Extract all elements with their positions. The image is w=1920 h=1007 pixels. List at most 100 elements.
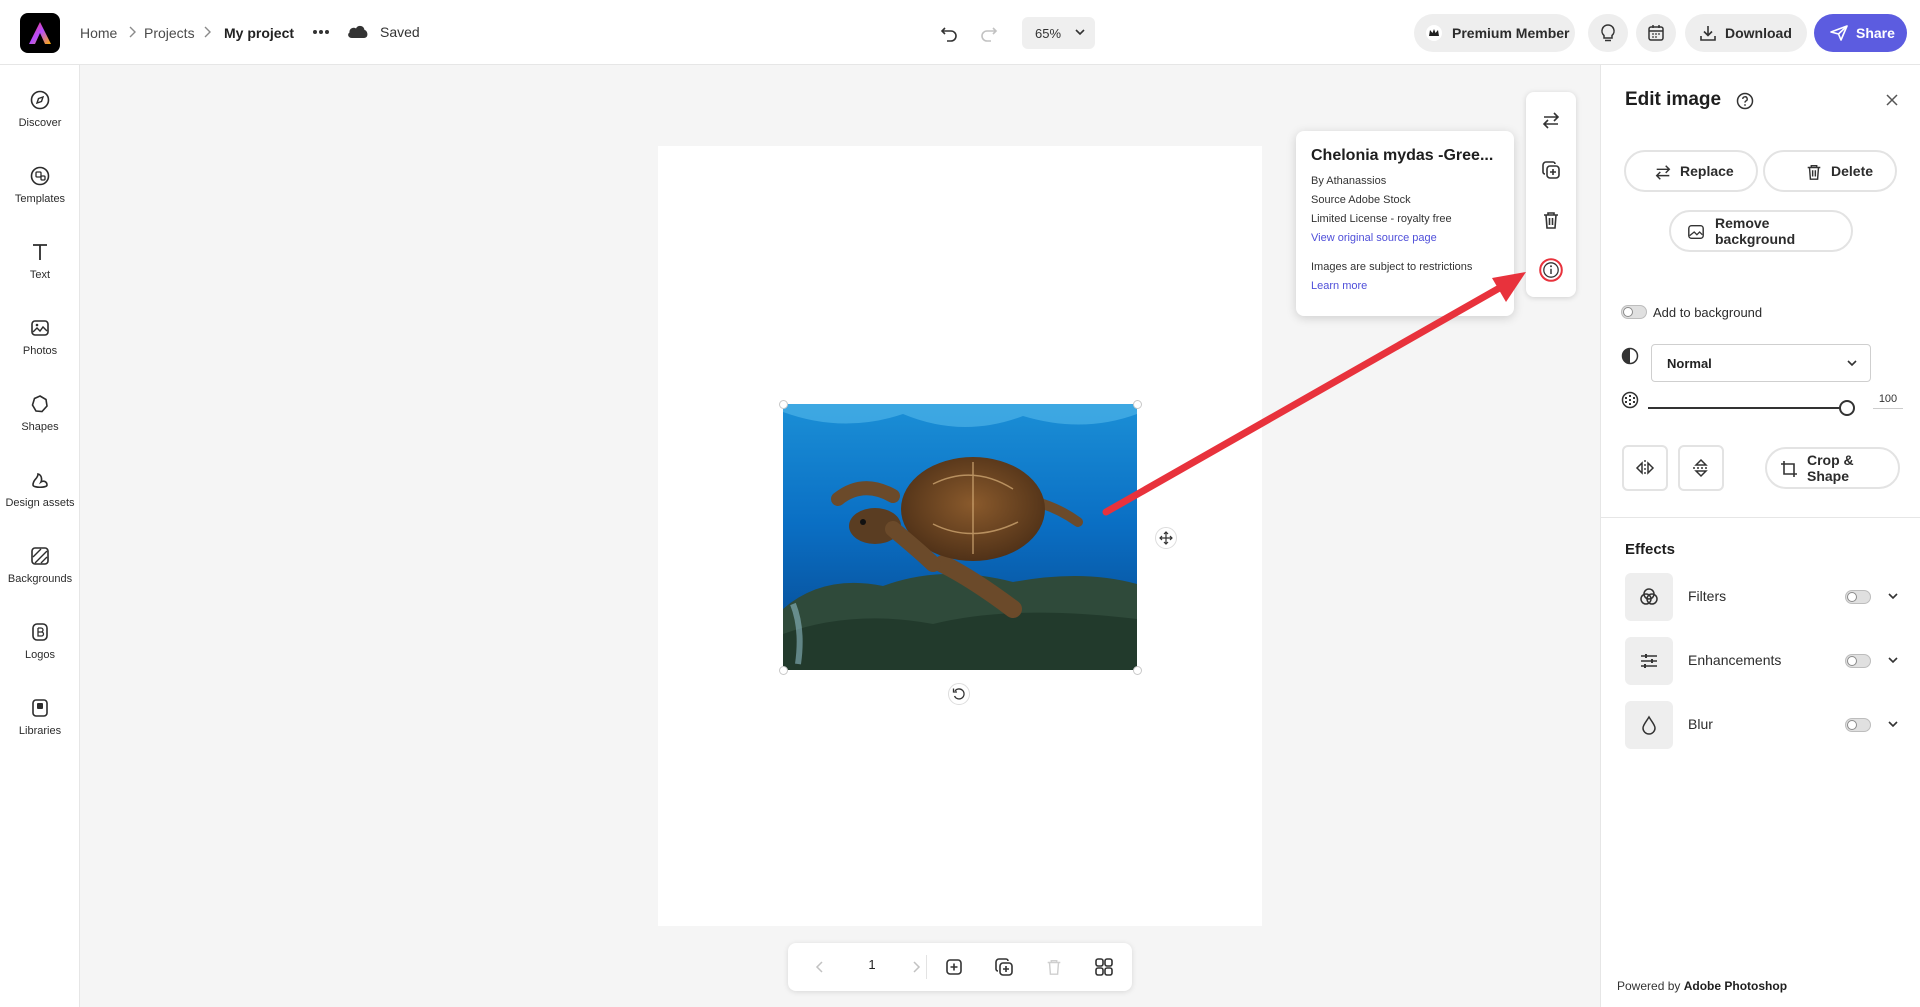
breadcrumb-projects[interactable]: Projects [144, 0, 195, 65]
opacity-value[interactable]: 100 [1873, 393, 1903, 409]
page-navigation-bar: 1 [788, 943, 1132, 991]
swap-icon [1654, 163, 1672, 181]
breadcrumb-separator-icon [127, 25, 137, 39]
divider [926, 955, 927, 979]
view-source-link[interactable]: View original source page [1311, 232, 1499, 244]
add-to-background-label: Add to background [1653, 305, 1763, 320]
breadcrumb-home[interactable]: Home [80, 0, 117, 65]
libraries-icon [32, 699, 48, 717]
opacity-slider-track[interactable] [1648, 407, 1845, 409]
powered-prefix: Powered by [1617, 979, 1681, 993]
blur-toggle[interactable] [1845, 718, 1871, 732]
save-status: Saved [380, 24, 420, 40]
divider [1601, 517, 1920, 518]
image-title: Chelonia mydas -Gree... [1311, 147, 1494, 164]
sidebar-item-shapes[interactable]: Shapes [0, 387, 80, 447]
add-to-background-toggle[interactable] [1621, 305, 1647, 319]
flip-vertical-button[interactable] [1678, 445, 1724, 491]
share-button[interactable]: Share [1814, 14, 1907, 52]
opacity-icon [1621, 391, 1639, 409]
trash-icon[interactable] [1539, 208, 1563, 232]
cloud-saved-icon [346, 22, 370, 40]
powered-brand: Adobe Photoshop [1683, 979, 1788, 993]
sidebar-item-label: Design assets [5, 497, 75, 509]
redo-icon[interactable] [976, 20, 1002, 46]
zoom-dropdown[interactable]: 65% [1022, 17, 1095, 49]
effect-row-filters[interactable]: Filters [1625, 573, 1905, 621]
sliders-icon [1625, 637, 1673, 685]
chevron-down-icon[interactable] [1887, 655, 1899, 665]
blend-mode-value: Normal [1667, 355, 1712, 371]
delete-button[interactable]: Delete [1763, 150, 1897, 192]
crown-icon [1426, 25, 1442, 41]
top-bar: Home Projects My project Saved 65% Premi… [0, 0, 1920, 65]
next-page-icon[interactable] [904, 955, 928, 979]
chevron-down-icon [1846, 358, 1858, 368]
sidebar-item-text[interactable]: Text [0, 235, 80, 295]
sidebar-item-label: Discover [18, 117, 62, 129]
sidebar-item-backgrounds[interactable]: Backgrounds [0, 539, 80, 599]
duplicate-page-icon[interactable] [992, 955, 1016, 979]
sidebar-item-label: Shapes [21, 421, 59, 433]
replace-button[interactable]: Replace [1624, 150, 1758, 192]
edit-image-panel: Edit image Replace Delete Remove backgro… [1600, 65, 1920, 1007]
blend-mode-select[interactable]: Normal [1651, 344, 1871, 382]
delete-page-icon[interactable] [1042, 955, 1066, 979]
resize-handle[interactable] [779, 400, 788, 409]
sidebar-item-design-assets[interactable]: Design assets [0, 463, 80, 523]
remove-background-button[interactable]: Remove background [1669, 210, 1853, 252]
info-icon[interactable] [1539, 258, 1563, 282]
help-icon[interactable] [1736, 92, 1754, 110]
filters-toggle[interactable] [1845, 590, 1871, 604]
effects-heading: Effects [1625, 541, 1676, 558]
effect-row-blur[interactable]: Blur [1625, 701, 1905, 749]
undo-icon[interactable] [936, 20, 962, 46]
design-assets-icon [32, 472, 48, 489]
flip-horizontal-button[interactable] [1622, 445, 1668, 491]
shapes-icon [31, 395, 48, 413]
image-license: Limited License - royalty free [1311, 213, 1452, 225]
schedule-button[interactable] [1636, 14, 1676, 52]
resize-handle[interactable] [1133, 666, 1142, 675]
effect-row-enhancements[interactable]: Enhancements [1625, 637, 1905, 685]
premium-member-button[interactable]: Premium Member [1414, 14, 1575, 52]
sidebar-item-libraries[interactable]: Libraries [0, 691, 80, 751]
sidebar-item-label: Text [29, 269, 51, 281]
blend-mode-icon [1621, 347, 1639, 365]
sidebar-item-discover[interactable]: Discover [0, 83, 80, 143]
chevron-down-icon[interactable] [1887, 591, 1899, 601]
powered-by-text: Powered by Adobe Photoshop [1617, 979, 1787, 993]
adobe-express-logo[interactable] [20, 13, 60, 53]
sidebar-item-photos[interactable]: Photos [0, 311, 80, 371]
download-button[interactable]: Download [1685, 14, 1807, 52]
project-name[interactable]: My project [224, 0, 294, 65]
add-page-icon[interactable] [942, 955, 966, 979]
zoom-value: 65% [1035, 25, 1062, 41]
replace-label: Replace [1680, 163, 1734, 179]
blur-drop-icon [1625, 701, 1673, 749]
chevron-down-icon[interactable] [1887, 719, 1899, 729]
grid-view-icon[interactable] [1092, 955, 1116, 979]
opacity-slider-thumb[interactable] [1839, 400, 1855, 416]
enhancements-toggle[interactable] [1845, 654, 1871, 668]
filters-icon [1625, 573, 1673, 621]
download-label: Download [1725, 25, 1792, 41]
turtle-photo[interactable] [783, 404, 1137, 670]
more-options-icon[interactable] [309, 20, 333, 44]
sidebar-item-label: Libraries [18, 725, 62, 737]
move-icon[interactable] [1155, 527, 1177, 549]
breadcrumb-separator-icon [202, 25, 212, 39]
sidebar-item-logos[interactable]: Logos [0, 615, 80, 675]
sidebar-item-templates[interactable]: Templates [0, 159, 80, 219]
swap-icon[interactable] [1539, 108, 1563, 132]
rotate-icon[interactable] [948, 683, 970, 705]
lightbulb-button[interactable] [1588, 14, 1628, 52]
sidebar-item-label: Backgrounds [7, 573, 73, 585]
crop-and-shape-button[interactable]: Crop & Shape [1765, 447, 1900, 489]
annotation-arrow-icon [1102, 272, 1526, 516]
previous-page-icon[interactable] [808, 955, 832, 979]
close-icon[interactable] [1884, 92, 1900, 108]
duplicate-icon[interactable] [1539, 158, 1563, 182]
resize-handle[interactable] [779, 666, 788, 675]
backgrounds-icon [31, 547, 49, 565]
